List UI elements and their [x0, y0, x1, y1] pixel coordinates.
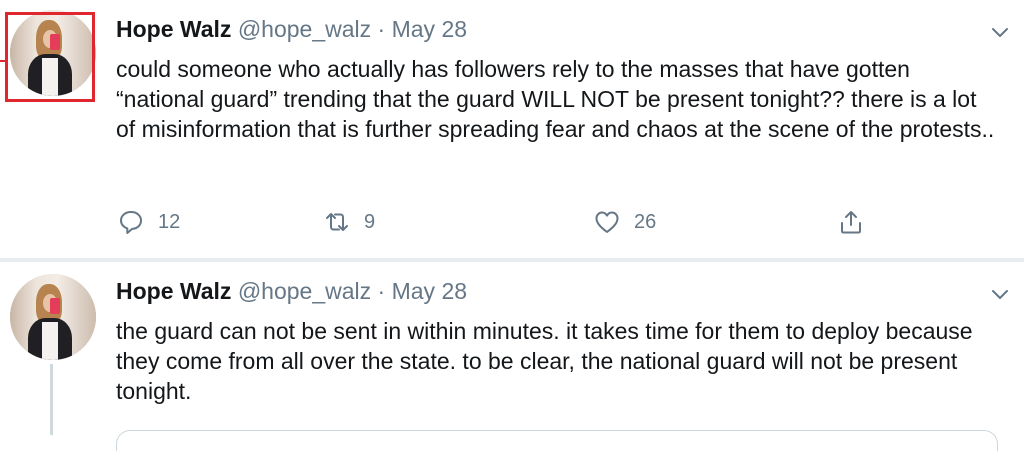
retweet-button[interactable]: 9	[324, 206, 375, 238]
share-icon	[841, 211, 861, 234]
highlight-marker	[0, 60, 7, 62]
reply-button[interactable]: 12	[118, 206, 180, 238]
tweet[interactable]: Hope Walz @hope_walz · May 28 could some…	[0, 0, 1024, 258]
like-count: 26	[634, 210, 657, 233]
tweet-text: the guard can not be sent in within minu…	[116, 318, 973, 404]
tweet[interactable]: Hope Walz @hope_walz · May 28 the guard …	[0, 262, 1024, 451]
avatar-highlight-box	[5, 12, 95, 102]
reply-icon	[120, 211, 142, 234]
tweet-actions: 12 9 26	[116, 206, 996, 238]
retweet-count: 9	[364, 210, 376, 233]
thread-connector-line	[50, 364, 53, 435]
retweet-icon	[326, 213, 348, 231]
separator-dot: ·	[377, 278, 386, 304]
author-name[interactable]: Hope Walz	[116, 278, 231, 304]
author-handle[interactable]: @hope_walz	[238, 278, 371, 304]
chevron-down-icon[interactable]	[990, 26, 1010, 40]
tweet-header: Hope Walz @hope_walz · May 28	[116, 16, 467, 43]
avatar[interactable]	[10, 274, 96, 360]
reply-count: 12	[158, 210, 181, 233]
avatar-phone	[50, 298, 60, 314]
chevron-down-icon[interactable]	[990, 288, 1010, 302]
like-icon	[595, 211, 619, 233]
tweet-header: Hope Walz @hope_walz · May 28	[116, 278, 467, 305]
embedded-card[interactable]	[116, 430, 998, 451]
tweet-date[interactable]: May 28	[392, 16, 467, 42]
avatar-shirt	[42, 322, 58, 360]
separator-dot: ·	[377, 16, 386, 42]
author-handle[interactable]: @hope_walz	[238, 16, 371, 42]
tweet-text: could someone who actually has followers…	[116, 56, 995, 142]
author-name[interactable]: Hope Walz	[116, 16, 231, 42]
like-button[interactable]: 26	[594, 206, 656, 238]
share-button[interactable]	[838, 206, 864, 238]
tweet-date[interactable]: May 28	[392, 278, 467, 304]
